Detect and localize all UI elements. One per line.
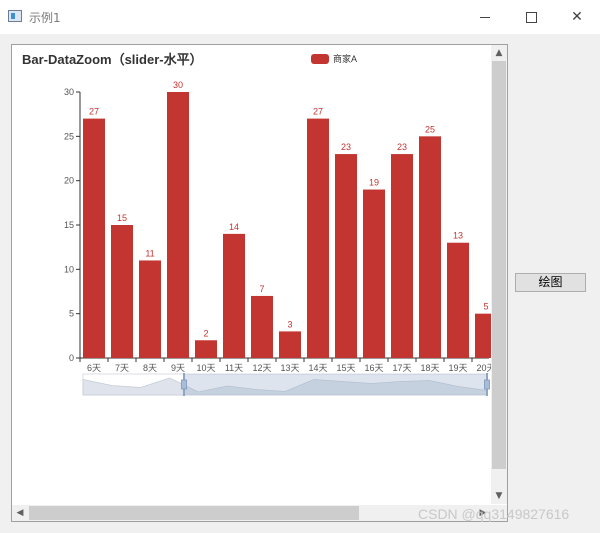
data-label: 23 xyxy=(341,142,351,152)
bar xyxy=(447,242,469,358)
chart-legend[interactable]: 商家A xyxy=(311,53,357,64)
app-icon xyxy=(8,10,22,22)
x-tick-label: 12天 xyxy=(252,363,271,373)
window-title: 示例1 xyxy=(29,11,61,25)
data-label: 11 xyxy=(145,248,154,258)
scroll-left-icon[interactable]: ◀ xyxy=(12,505,28,521)
bar xyxy=(111,225,133,358)
data-label: 30 xyxy=(173,80,183,90)
legend-swatch xyxy=(311,54,329,64)
data-label: 27 xyxy=(313,107,323,117)
legend-label: 商家A xyxy=(333,53,357,64)
x-tick-label: 20天 xyxy=(476,363,491,373)
data-label: 25 xyxy=(425,124,435,134)
x-tick-label: 6天 xyxy=(87,363,101,373)
data-label: 3 xyxy=(287,319,292,329)
vertical-scrollbar[interactable]: ▲ ▼ xyxy=(491,45,507,504)
close-icon: ✕ xyxy=(571,9,583,25)
y-tick-label: 20 xyxy=(64,176,74,186)
chart-title: Bar-DataZoom（slider-水平） xyxy=(22,52,203,67)
data-label: 13 xyxy=(453,231,463,241)
y-axis: 0 5 10 15 20 25 30 xyxy=(64,87,81,363)
x-tick-label: 8天 xyxy=(143,363,157,373)
bar xyxy=(335,154,357,358)
data-label: 5 xyxy=(483,302,488,312)
window-titlebar: 示例1 ✕ xyxy=(0,0,600,34)
watermark: CSDN @qq3149827616 xyxy=(418,506,570,522)
y-tick-label: 15 xyxy=(64,220,74,230)
bar xyxy=(307,118,329,358)
data-label: 2 xyxy=(203,328,208,338)
scroll-up-icon[interactable]: ▲ xyxy=(491,45,507,61)
x-tick-label: 11天 xyxy=(225,363,243,373)
x-axis: 6天 7天 8天 9天 10天 11天 12天 13天 14天 15天 16天 17天 18天 19天 20… xyxy=(79,357,491,373)
horizontal-scroll-thumb[interactable] xyxy=(29,506,359,520)
datazoom-handle-grip xyxy=(181,379,187,390)
bar-series: 27 15 11 30 2 14 7 3 27 23 19 23 25 13 5 xyxy=(83,80,491,358)
bar xyxy=(83,118,105,358)
data-label: 27 xyxy=(89,107,99,117)
x-tick-label: 19天 xyxy=(448,363,467,373)
x-tick-label: 15天 xyxy=(336,363,355,373)
maximize-icon xyxy=(525,11,537,23)
bar xyxy=(391,154,413,358)
datazoom-slider[interactable] xyxy=(82,373,490,396)
vertical-scroll-thumb[interactable] xyxy=(492,61,506,469)
x-tick-label: 18天 xyxy=(420,363,439,373)
bar xyxy=(475,313,491,358)
y-tick-label: 0 xyxy=(69,353,74,363)
bar xyxy=(251,295,273,358)
bar xyxy=(419,136,441,358)
bar xyxy=(279,331,301,358)
x-tick-label: 14天 xyxy=(308,363,327,373)
data-label: 15 xyxy=(117,213,127,223)
datazoom-selection xyxy=(184,374,487,395)
bar xyxy=(223,233,245,358)
x-tick-label: 16天 xyxy=(364,363,383,373)
data-label: 19 xyxy=(369,178,379,188)
datazoom-handle-grip xyxy=(484,379,490,390)
minimize-button[interactable] xyxy=(462,0,508,34)
maximize-button[interactable] xyxy=(508,0,554,34)
x-tick-label: 10天 xyxy=(196,363,215,373)
bar xyxy=(195,340,217,358)
bar xyxy=(139,260,161,358)
y-tick-label: 10 xyxy=(64,264,74,274)
data-label: 23 xyxy=(397,142,407,152)
bar xyxy=(363,189,385,358)
y-tick-label: 30 xyxy=(64,87,74,97)
y-tick-label: 25 xyxy=(64,131,74,141)
data-label: 14 xyxy=(229,222,239,232)
x-tick-label: 13天 xyxy=(280,363,299,373)
data-label: 7 xyxy=(259,284,264,294)
scroll-down-icon[interactable]: ▼ xyxy=(491,488,507,504)
draw-button[interactable]: 绘图 xyxy=(515,273,586,292)
bar-chart: Bar-DataZoom（slider-水平） 商家A 051015202530… xyxy=(22,52,491,396)
minimize-icon xyxy=(480,16,490,18)
y-tick-label: 5 xyxy=(69,309,74,319)
close-button[interactable]: ✕ xyxy=(554,0,600,34)
x-tick-label: 9天 xyxy=(171,363,185,373)
bar xyxy=(167,92,189,358)
x-tick-label: 17天 xyxy=(392,363,411,373)
x-tick-label: 7天 xyxy=(115,363,129,373)
